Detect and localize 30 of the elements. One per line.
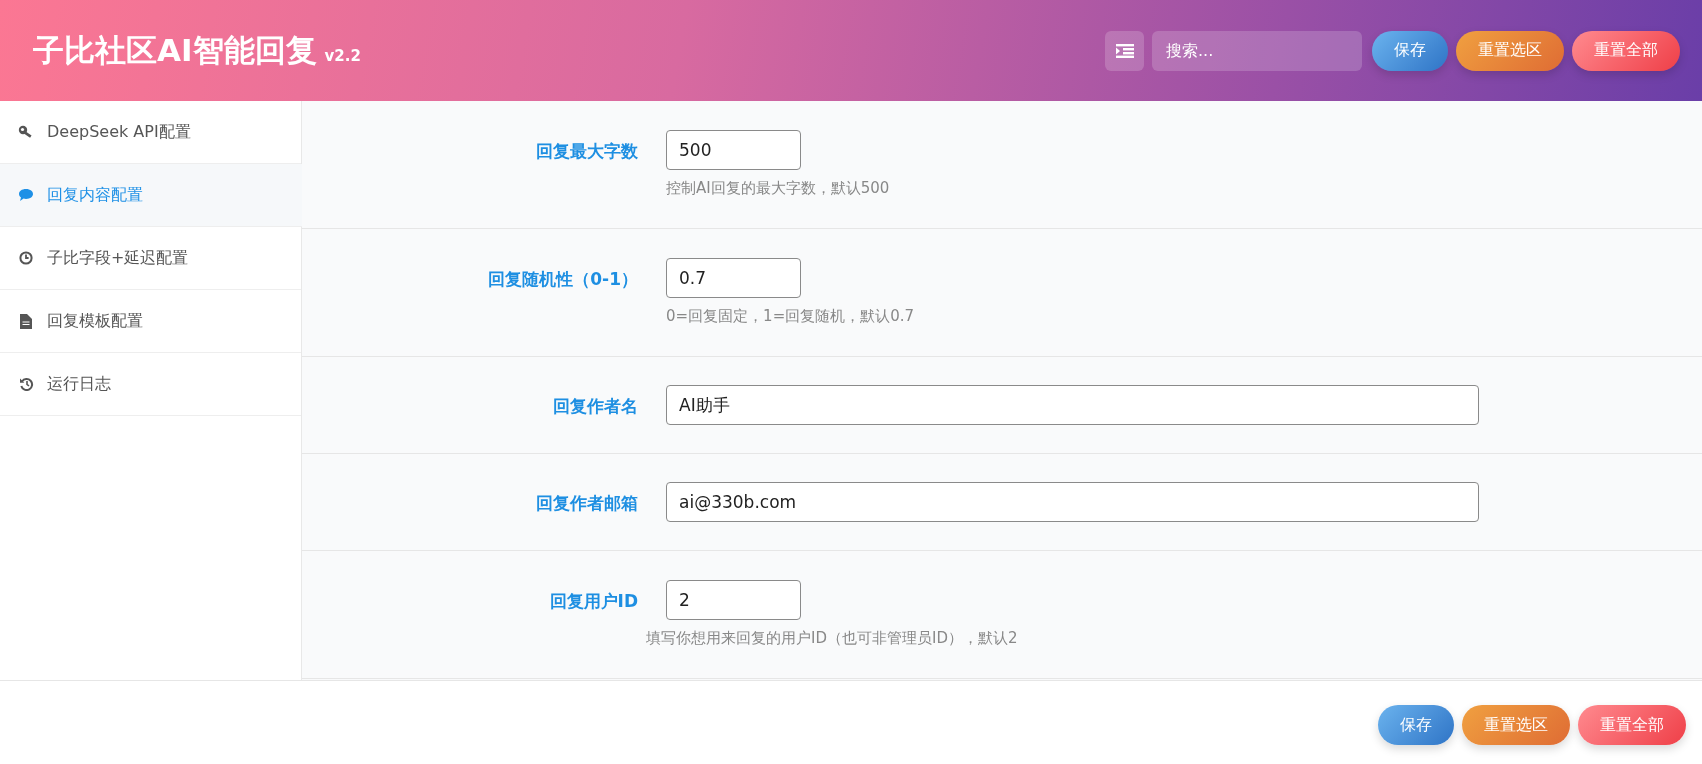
menu-button[interactable] bbox=[1105, 30, 1144, 71]
input-field[interactable]: ai@330b.com bbox=[666, 482, 1479, 522]
field-label: 回复作者名 bbox=[552, 395, 638, 418]
clock-icon bbox=[19, 251, 33, 265]
version-label: v2.2 bbox=[324, 46, 361, 65]
field-label: 回复用户ID bbox=[548, 590, 638, 613]
field-hint: 控制AI回复的最大字数，默认500 bbox=[666, 179, 891, 198]
key-icon bbox=[18, 125, 34, 139]
sidebar-label: 回复内容配置 bbox=[47, 184, 143, 206]
input-field[interactable]: AI助手 bbox=[666, 385, 1479, 425]
history-icon bbox=[18, 377, 34, 391]
speech-bubble-icon bbox=[18, 188, 34, 202]
field-label: 回复作者邮箱 bbox=[535, 492, 638, 515]
sidebar-item[interactable]: 运行日志 bbox=[0, 353, 301, 416]
sidebar-item[interactable]: 子比字段+延迟配置 bbox=[0, 227, 301, 290]
input-field[interactable]: 2 bbox=[666, 580, 801, 620]
field-hint: 0=回复固定，1=回复随机，默认0.7 bbox=[666, 307, 916, 326]
sidebar-label: 运行日志 bbox=[47, 373, 111, 395]
sidebar-item[interactable]: 回复模板配置 bbox=[0, 290, 301, 353]
input-field[interactable]: 0.7 bbox=[666, 258, 801, 298]
input-field[interactable]: 500 bbox=[666, 130, 801, 170]
menu-icon bbox=[1115, 43, 1134, 58]
field-hint: 填写你想用来回复的用户ID（也可非管理员ID），默认2 bbox=[646, 629, 1019, 648]
sidebar-label: DeepSeek API配置 bbox=[47, 121, 191, 143]
sidebar-label: 回复模板配置 bbox=[47, 310, 143, 332]
sidebar-label: 子比字段+延迟配置 bbox=[47, 247, 189, 269]
field-label: 回复最大字数 bbox=[535, 140, 638, 163]
document-icon bbox=[20, 313, 32, 329]
app-title: 子比社区AI智能回复 bbox=[33, 30, 317, 70]
field-label: 回复随机性（0-1） bbox=[487, 268, 638, 291]
